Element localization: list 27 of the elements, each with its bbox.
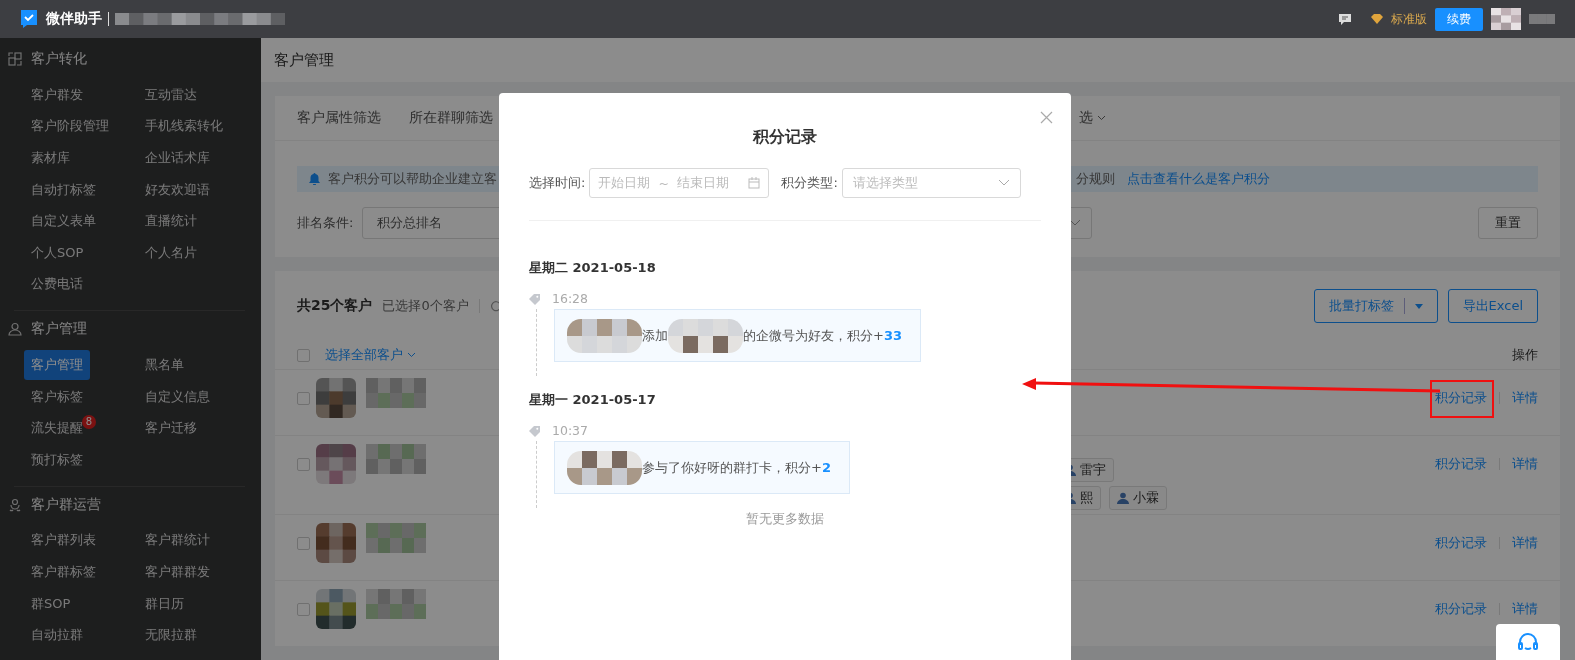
end-of-list-text: 暂无更多数据: [745, 510, 825, 528]
type-label: 积分类型:: [781, 174, 838, 192]
customer-total: 共25个客户: [297, 297, 373, 315]
points-value: 2: [821, 460, 831, 475]
column-header: 操作: [1512, 346, 1538, 364]
member-tag: 小霖: [1109, 486, 1167, 510]
section-title: 客户管理: [31, 320, 87, 339]
points-value: 33: [883, 328, 902, 343]
record-text: 的企微号为好友，积分+: [743, 326, 884, 345]
notice-text: 客户积分可以帮助企业建立客: [328, 170, 497, 188]
dialog-title: 积分记录: [751, 126, 818, 148]
time-label: 选择时间:: [529, 174, 586, 192]
section-title: 客户群运营: [31, 495, 101, 514]
page-title: 客户管理: [274, 50, 334, 70]
notice-text: 分规则: [1076, 170, 1115, 188]
count-badge: 8: [82, 415, 96, 430]
section-title: 客户转化: [31, 50, 87, 68]
selected-count: 已选择0个客户: [382, 297, 469, 315]
record-text: 参与了你好呀的群打卡，积分+: [642, 458, 822, 477]
date-heading: 星期一 2021-05-17: [529, 391, 657, 409]
date-heading: 星期二 2021-05-18: [529, 259, 657, 277]
record-text: 添加: [642, 326, 668, 345]
sort-label: 排名条件:: [297, 214, 355, 232]
record-time: 16:28: [552, 290, 589, 308]
app-name: 微伴助手: [46, 10, 102, 28]
edition-label: 标准版: [1391, 10, 1427, 28]
record-time: 10:37: [552, 422, 589, 440]
